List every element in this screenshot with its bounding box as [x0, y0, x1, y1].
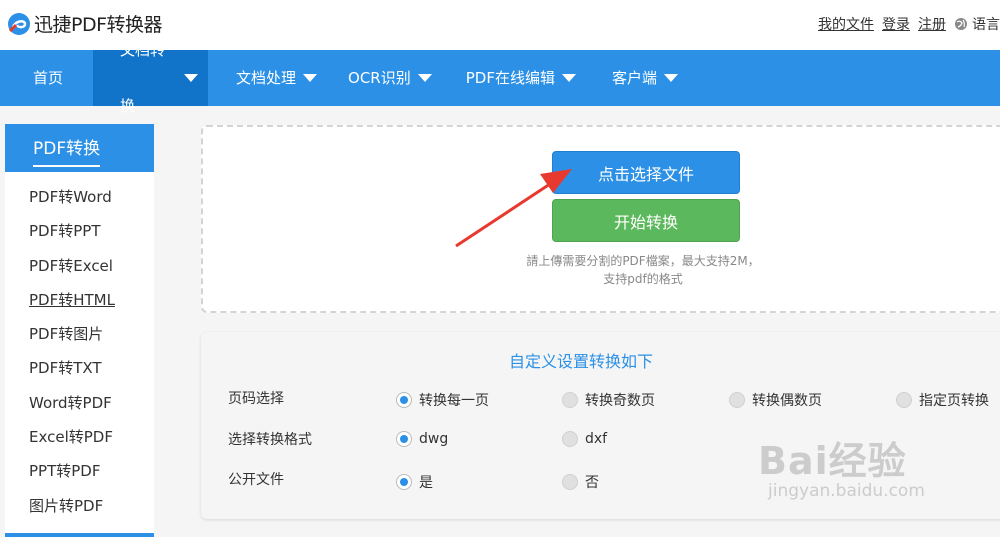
- nav-pdf-edit-label: PDF在线编辑: [465, 69, 555, 87]
- sidebar-item-pdf-to-word[interactable]: PDF转Word: [5, 180, 154, 214]
- upload-hint: 請上傳需要分割的PDF檔案，最大支持2M， 支持pdf的格式: [493, 252, 793, 288]
- nav-home[interactable]: 首页: [0, 50, 93, 106]
- baidu-watermark: Bai经验 jingyan.baidu.com: [758, 430, 925, 501]
- radio-public-yes-label: 是: [419, 475, 433, 491]
- settings-title: 自定义设置转换如下: [508, 352, 653, 371]
- nav-ocr-label: OCR识别: [348, 69, 411, 87]
- radio-checked-icon: [396, 431, 412, 447]
- language-link[interactable]: 语言: [972, 14, 1000, 34]
- nav-doc-convert-label: 文档转换: [120, 41, 166, 115]
- globe-icon[interactable]: [954, 17, 968, 31]
- radio-even-pages[interactable]: 转换偶数页: [729, 390, 822, 410]
- radio-unchecked-icon: [562, 392, 578, 408]
- top-links: 我的文件 登录 注册 语言: [818, 14, 1000, 34]
- nav-doc-process-label: 文档处理: [236, 69, 297, 87]
- chevron-down-icon: [417, 74, 432, 82]
- select-file-button[interactable]: 点击选择文件: [552, 151, 740, 194]
- radio-public-no[interactable]: 否: [562, 472, 599, 492]
- nav-client[interactable]: 客户端: [594, 50, 694, 106]
- radio-dwg[interactable]: dwg: [396, 431, 448, 447]
- radio-unchecked-icon: [562, 431, 578, 447]
- nav-home-label: 首页: [33, 69, 64, 87]
- radio-odd-pages-label: 转换奇数页: [585, 393, 655, 409]
- sidebar-item-pdf-to-ppt[interactable]: PDF转PPT: [5, 214, 154, 248]
- radio-checked-icon: [396, 474, 412, 490]
- nav-doc-convert[interactable]: 文档转换: [93, 41, 209, 115]
- radio-dxf-label: dxf: [585, 431, 608, 447]
- radio-even-pages-label: 转换偶数页: [752, 393, 822, 409]
- radio-dwg-label: dwg: [419, 431, 449, 447]
- chevron-down-icon: [561, 74, 576, 82]
- sidebar-item-image-to-pdf[interactable]: 图片转PDF: [5, 489, 154, 523]
- main-nav: 首页 文档转换 文档处理 OCR识别 PDF在线编辑 客户端: [0, 41, 1000, 115]
- radio-odd-pages[interactable]: 转换奇数页: [562, 390, 655, 410]
- radio-every-page-label: 转换每一页: [419, 393, 489, 409]
- sidebar: PDF转换 PDF转Word PDF转PPT PDF转Excel PDF转HTM…: [5, 124, 154, 537]
- upload-dropzone[interactable]: 点击选择文件 开始转换 請上傳需要分割的PDF檔案，最大支持2M， 支持pdf的…: [201, 125, 1000, 313]
- format-select-label: 选择转换格式: [228, 432, 312, 448]
- upload-hint-line1: 請上傳需要分割的PDF檔案，最大支持2M，: [526, 254, 760, 268]
- sidebar-next-section: [5, 533, 154, 537]
- radio-dxf[interactable]: dxf: [562, 431, 607, 447]
- radio-unchecked-icon: [729, 392, 745, 408]
- start-convert-button[interactable]: 开始转换: [552, 199, 740, 242]
- my-files-link[interactable]: 我的文件: [818, 14, 874, 34]
- sidebar-item-excel-to-pdf[interactable]: Excel转PDF: [5, 420, 154, 454]
- chevron-down-icon: [663, 74, 678, 82]
- sidebar-item-ppt-to-pdf[interactable]: PPT转PDF: [5, 454, 154, 488]
- radio-checked-icon: [396, 392, 412, 408]
- sidebar-header: PDF转换: [5, 124, 154, 172]
- radio-every-page[interactable]: 转换每一页: [396, 390, 489, 410]
- sidebar-item-pdf-to-image[interactable]: PDF转图片: [5, 317, 154, 351]
- sidebar-title: PDF转换: [33, 134, 101, 167]
- login-link[interactable]: 登录: [882, 14, 910, 34]
- radio-specific-pages[interactable]: 指定页转换: [896, 390, 989, 410]
- sidebar-item-pdf-to-txt[interactable]: PDF转TXT: [5, 351, 154, 385]
- watermark-main: Bai经验: [758, 439, 907, 483]
- radio-unchecked-icon: [562, 474, 578, 490]
- radio-specific-pages-label: 指定页转换: [919, 393, 989, 409]
- nav-pdf-edit[interactable]: PDF在线编辑: [448, 50, 594, 106]
- radio-public-no-label: 否: [585, 475, 599, 491]
- radio-public-yes[interactable]: 是: [396, 472, 433, 492]
- nav-client-label: 客户端: [611, 69, 657, 87]
- nav-doc-process[interactable]: 文档处理: [208, 50, 331, 106]
- upload-hint-line2: 支持pdf的格式: [603, 272, 683, 286]
- logo-icon: [8, 12, 30, 35]
- chevron-down-icon: [303, 74, 318, 82]
- nav-ocr[interactable]: OCR识别: [331, 50, 448, 106]
- sidebar-item-pdf-to-html[interactable]: PDF转HTML: [5, 283, 154, 317]
- radio-unchecked-icon: [896, 392, 912, 408]
- public-file-label: 公开文件: [228, 472, 284, 488]
- watermark-sub: jingyan.baidu.com: [768, 481, 925, 501]
- register-link[interactable]: 注册: [918, 14, 946, 34]
- sidebar-item-pdf-to-excel[interactable]: PDF转Excel: [5, 249, 154, 283]
- chevron-down-icon: [184, 74, 199, 82]
- page-select-label: 页码选择: [228, 391, 284, 407]
- sidebar-item-word-to-pdf[interactable]: Word转PDF: [5, 386, 154, 420]
